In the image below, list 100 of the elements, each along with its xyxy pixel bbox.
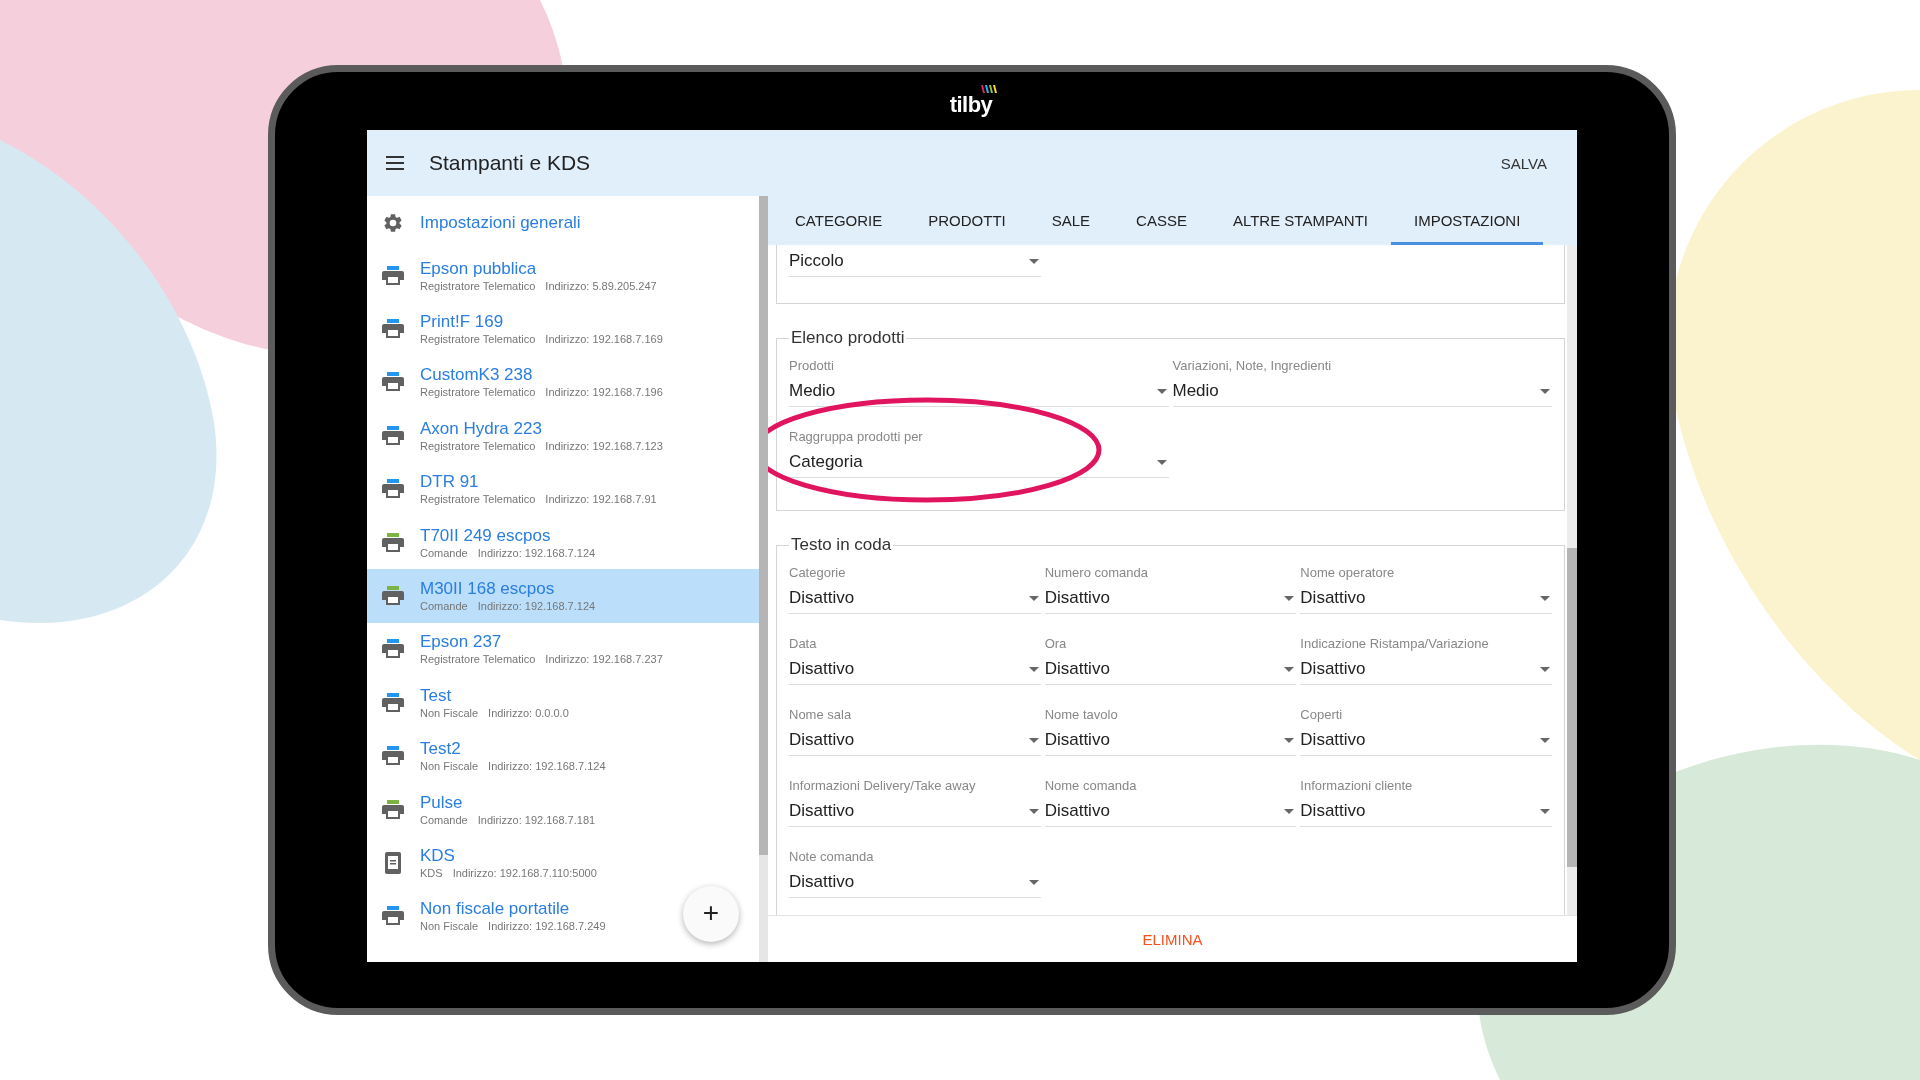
caret-icon — [1540, 808, 1550, 814]
printer-address: Indirizzo: 192.168.7.91 — [545, 492, 657, 507]
printer-icon — [382, 372, 404, 393]
printer-address: Indirizzo: 0.0.0.0 — [488, 705, 569, 720]
caret-icon — [1540, 595, 1550, 601]
field-value: Disattivo — [789, 801, 856, 821]
scrollbar[interactable] — [1567, 245, 1577, 915]
printer-name: Epson pubblica — [420, 258, 538, 279]
printer-icon — [382, 692, 404, 713]
sidebar-item[interactable]: Test Non Fiscale Indirizzo: 0.0.0.0 — [367, 676, 669, 730]
field-value: Disattivo — [789, 730, 856, 750]
field-label: Informazioni cliente — [1300, 778, 1414, 794]
caret-icon — [1028, 808, 1039, 814]
printer-name: Print!F 169 — [420, 312, 505, 333]
settings-icon — [382, 211, 404, 234]
select-field[interactable]: Ora Disattivo — [1044, 636, 1297, 685]
sidebar-item[interactable]: Axon Hydra 223 Registratore Telematico Indirizzo: 192.168.7.123 — [367, 409, 669, 463]
printer-icon — [382, 319, 404, 340]
printer-address: Indirizzo: 192.168.7.123 — [545, 438, 663, 453]
caret-icon — [1284, 808, 1295, 814]
field-label: Nome comanda — [1044, 778, 1138, 794]
printer-name: DTR 91 — [420, 472, 480, 493]
sidebar-item[interactable]: Test2 Non Fiscale Indirizzo: 192.168.7.124 — [367, 729, 669, 783]
field-label: Nome operatore — [1300, 565, 1396, 581]
tab[interactable]: CASSE — [1113, 196, 1210, 245]
printer-name: T70II 249 escpos — [420, 525, 552, 546]
select-field[interactable]: Informazioni cliente Disattivo — [1300, 778, 1552, 827]
sidebar-item[interactable]: CustomK3 238 Registratore Telematico Indirizzo: 192.168.7.196 — [367, 355, 669, 410]
select-field[interactable]: Numero comanda Disattivo — [1044, 565, 1297, 614]
sidebar-item[interactable]: DTR 91 Registratore Telematico Indirizzo: 192.168.7.91 — [367, 462, 669, 516]
printer-type: Comande — [420, 545, 468, 560]
select-field[interactable]: Variazioni, Note, Ingredienti Medio — [1172, 358, 1552, 407]
select-field[interactable]: Categorie Disattivo — [789, 565, 1041, 614]
printer-type: Registratore Telematico — [420, 278, 536, 293]
field-label: Note comanda — [789, 849, 875, 865]
field-value: Medio — [789, 381, 837, 401]
sidebar-item[interactable]: Epson pubblica Registratore Telematico Indirizzo: 5.89.205.247 — [367, 249, 669, 303]
add-button[interactable]: + — [683, 886, 739, 942]
group-title: Testo in coda — [790, 535, 893, 555]
tab[interactable]: PRODOTTI — [905, 196, 1029, 245]
field-label: Categorie — [789, 565, 847, 581]
printer-name: M30II 168 escpos — [420, 579, 556, 600]
printer-icon — [382, 532, 404, 553]
printer-type: Non Fiscale — [420, 705, 479, 720]
field-label: Variazioni, Note, Ingredienti — [1172, 358, 1333, 374]
field-label: Nome tavolo — [1044, 707, 1119, 723]
sidebar-item[interactable]: Pulse Comande Indirizzo: 192.168.7.181 — [367, 782, 669, 837]
field-label: Data — [789, 636, 818, 652]
field-value: Disattivo — [789, 872, 856, 892]
tab[interactable]: CATEGORIE — [772, 196, 906, 245]
page-title: Stampanti e KDS — [429, 151, 592, 175]
sidebar-item[interactable]: KDS KDS Indirizzo: 192.168.7.110:5000 — [367, 836, 669, 890]
select-field[interactable]: Coperti Disattivo — [1300, 707, 1552, 756]
save-button[interactable]: SALVA — [1500, 148, 1547, 178]
printer-icon — [382, 906, 404, 927]
select-field[interactable]: Note comanda Disattivo — [789, 849, 1041, 898]
printer-type: Non Fiscale — [420, 759, 479, 774]
printer-type: Comande — [420, 812, 468, 827]
printer-name: CustomK3 238 — [420, 365, 534, 386]
sidebar-item[interactable]: T70II 249 escpos Comande Indirizzo: 192.168.7.124 — [367, 515, 669, 570]
printer-type: Comande — [420, 599, 468, 614]
sidebar-item[interactable]: Impostazioni generali — [367, 196, 669, 249]
tab[interactable]: IMPOSTAZIONI — [1390, 196, 1544, 245]
scrollbar[interactable] — [759, 196, 768, 962]
field-value: Disattivo — [1300, 588, 1367, 608]
select-field[interactable]: Informazioni Delivery/Take away Disattivo — [789, 778, 1041, 827]
select-field[interactable]: Prodotti Medio — [789, 358, 1169, 407]
printer-address: Indirizzo: 192.168.7.124 — [477, 545, 596, 560]
printer-name: Epson 237 — [420, 632, 503, 653]
sidebar-item[interactable]: Epson 237 Registratore Telematico Indirizzo: 192.168.7.237 — [367, 622, 669, 677]
printer-type: Registratore Telematico — [420, 332, 536, 347]
select-field[interactable]: Indicazione Ristampa/Variazione Disattivo — [1300, 636, 1552, 685]
select-field[interactable]: Piccolo — [789, 246, 1041, 277]
field-value: Disattivo — [1300, 659, 1367, 679]
select-field[interactable]: Nome operatore Disattivo — [1300, 565, 1552, 614]
select-field[interactable]: Nome comanda Disattivo — [1044, 778, 1297, 827]
tab[interactable]: ALTRE STAMPANTI — [1209, 196, 1391, 245]
brand-logo: tilby — [945, 84, 999, 118]
sidebar-item[interactable]: Print!F 169 Registratore Telematico Indirizzo: 192.168.7.169 — [367, 302, 669, 356]
select-field[interactable]: Nome tavolo Disattivo — [1044, 707, 1297, 756]
printer-icon — [382, 639, 404, 660]
printer-type: KDS — [420, 866, 443, 880]
select-field[interactable]: Nome sala Disattivo — [789, 707, 1041, 756]
group-title: Elenco prodotti — [790, 328, 906, 348]
caret-icon — [1540, 388, 1550, 394]
field-label: Nome sala — [789, 707, 853, 723]
field-value: Disattivo — [1300, 730, 1367, 750]
printer-address: Indirizzo: 192.168.7.181 — [477, 812, 596, 827]
field-value: Disattivo — [789, 659, 856, 679]
select-field[interactable]: Raggruppa prodotti per Categoria — [789, 429, 1169, 478]
printer-name: Pulse — [420, 792, 464, 813]
caret-icon — [1028, 258, 1039, 264]
tablet-icon — [385, 852, 401, 874]
select-field[interactable]: Data Disattivo — [789, 636, 1041, 685]
tab[interactable]: SALE — [1028, 196, 1114, 245]
sidebar-item[interactable]: Non fiscale portatile Non Fiscale Indirizzo: 192.168.7.249 — [367, 889, 669, 944]
printer-name: Axon Hydra 223 — [420, 418, 543, 439]
printer-address: Indirizzo: 192.168.7.169 — [545, 332, 663, 347]
field-value: Disattivo — [1044, 730, 1111, 750]
printer-icon — [382, 479, 404, 500]
